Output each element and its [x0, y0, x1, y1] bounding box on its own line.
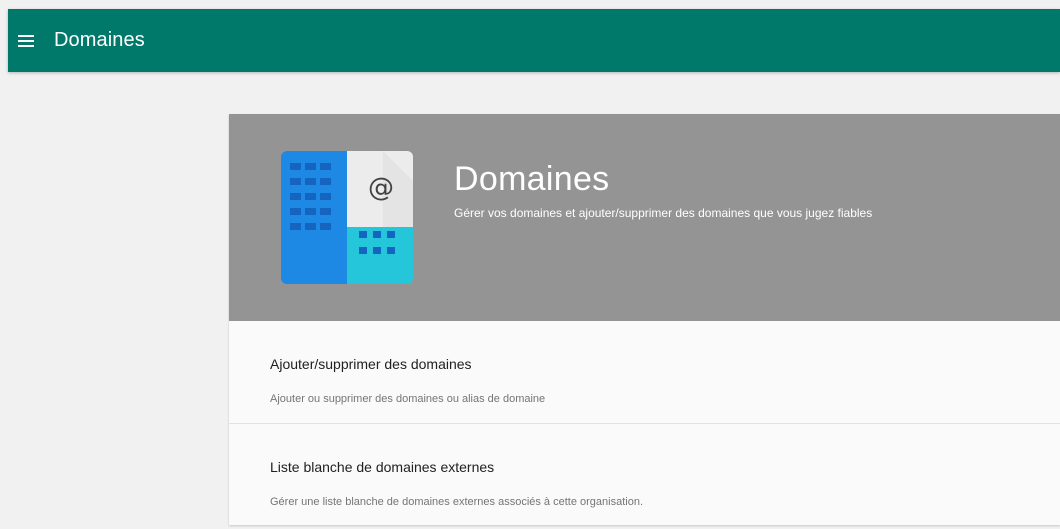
domains-building-at-icon: @ — [281, 151, 413, 284]
section-add-remove-domains[interactable]: Ajouter/supprimer des domaines Ajouter o… — [229, 321, 1060, 423]
section-external-domains-whitelist[interactable]: Liste blanche de domaines externes Gérer… — [229, 424, 1060, 525]
window-top-strip — [0, 0, 1060, 9]
hero-subtitle: Gérer vos domaines et ajouter/supprimer … — [454, 206, 873, 220]
section-title: Liste blanche de domaines externes — [270, 459, 495, 475]
section-title: Ajouter/supprimer des domaines — [270, 356, 472, 372]
app-header: Domaines — [8, 9, 1060, 72]
hero-title: Domaines — [454, 160, 610, 198]
section-description: Ajouter ou supprimer des domaines ou ali… — [270, 393, 546, 405]
page-title: Domaines — [54, 29, 145, 51]
domains-card: @ Domaines Gérer vos domaines et ajouter… — [229, 114, 1060, 525]
menu-icon[interactable] — [12, 27, 40, 55]
section-description: Gérer une liste blanche de domaines exte… — [270, 496, 643, 508]
hero-banner: @ Domaines Gérer vos domaines et ajouter… — [229, 114, 1060, 321]
at-symbol: @ — [368, 173, 394, 203]
